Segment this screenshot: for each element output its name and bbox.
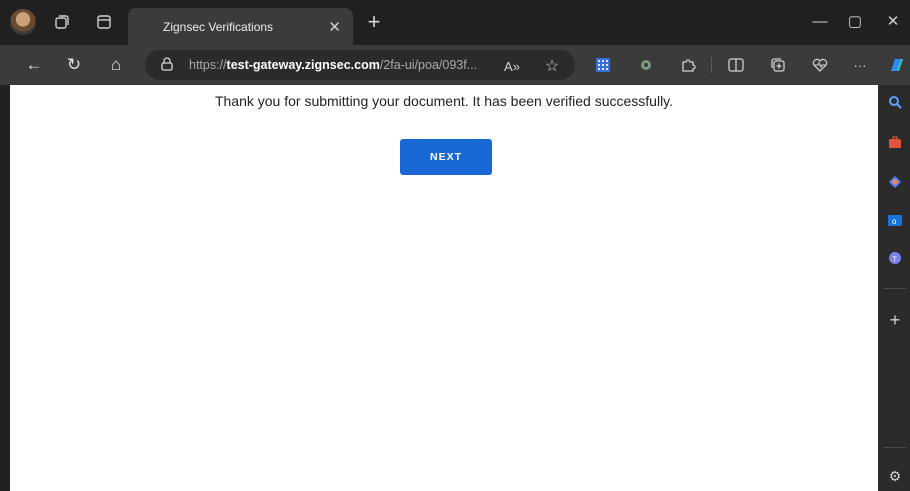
sidebar-divider [884,288,906,289]
briefcase-icon[interactable] [886,133,904,151]
refresh-button[interactable]: ↻ [62,53,86,77]
verification-success-message: Thank you for submitting your document. … [214,93,674,109]
svg-text:o: o [892,217,897,226]
teams-icon[interactable]: T [886,249,904,267]
split-screen-icon[interactable] [726,55,746,75]
collections-icon[interactable] [768,55,788,75]
minimize-button[interactable]: — [805,9,835,33]
settings-icon[interactable]: ⚙ [886,467,904,485]
outlook-icon[interactable]: o [886,211,904,229]
back-button[interactable]: ← [22,53,46,77]
close-window-button[interactable]: ✕ [878,9,908,33]
search-icon[interactable] [886,93,904,111]
copilot-icon[interactable] [886,55,906,75]
gear-extension-icon[interactable] [636,55,656,75]
browser-toolbar: ← ↻ ⌂ https://test-gateway.zignsec.com/2… [0,45,910,85]
profile-avatar[interactable] [10,9,36,35]
edge-sidebar: o T + ⚙ [878,85,910,491]
add-icon[interactable]: + [886,310,904,330]
workspaces-icon[interactable] [50,10,74,34]
web-page: Thank you for submitting your document. … [10,85,878,491]
heart-pulse-icon[interactable] [810,55,830,75]
lock-icon[interactable] [161,56,177,74]
favorite-star-icon[interactable]: ☆ [543,57,561,75]
read-aloud-icon[interactable]: A» [503,57,521,75]
url-text[interactable]: https://test-gateway.zignsec.com/2fa-ui/… [189,58,484,72]
tab-close-icon[interactable]: ✕ [328,18,341,36]
next-button[interactable]: NEXT [400,139,492,175]
tab-actions-icon[interactable] [92,10,116,34]
grid-extension-icon[interactable] [593,55,613,75]
more-icon[interactable]: ··· [850,55,870,75]
browser-titlebar: Zignsec Verifications ✕ + — ▢ ✕ [0,0,910,45]
toolbar-divider [711,57,712,73]
address-bar[interactable]: https://test-gateway.zignsec.com/2fa-ui/… [145,50,575,80]
puzzle-extensions-icon[interactable] [678,55,698,75]
active-tab[interactable]: Zignsec Verifications ✕ [128,8,353,45]
new-tab-button[interactable]: + [362,9,386,34]
home-button[interactable]: ⌂ [104,53,128,77]
maximize-button[interactable]: ▢ [840,9,870,33]
svg-text:T: T [893,257,898,264]
sidebar-divider-bottom [884,447,906,448]
copilot-sidebar-icon[interactable] [886,173,904,191]
tab-title: Zignsec Verifications [163,19,274,34]
